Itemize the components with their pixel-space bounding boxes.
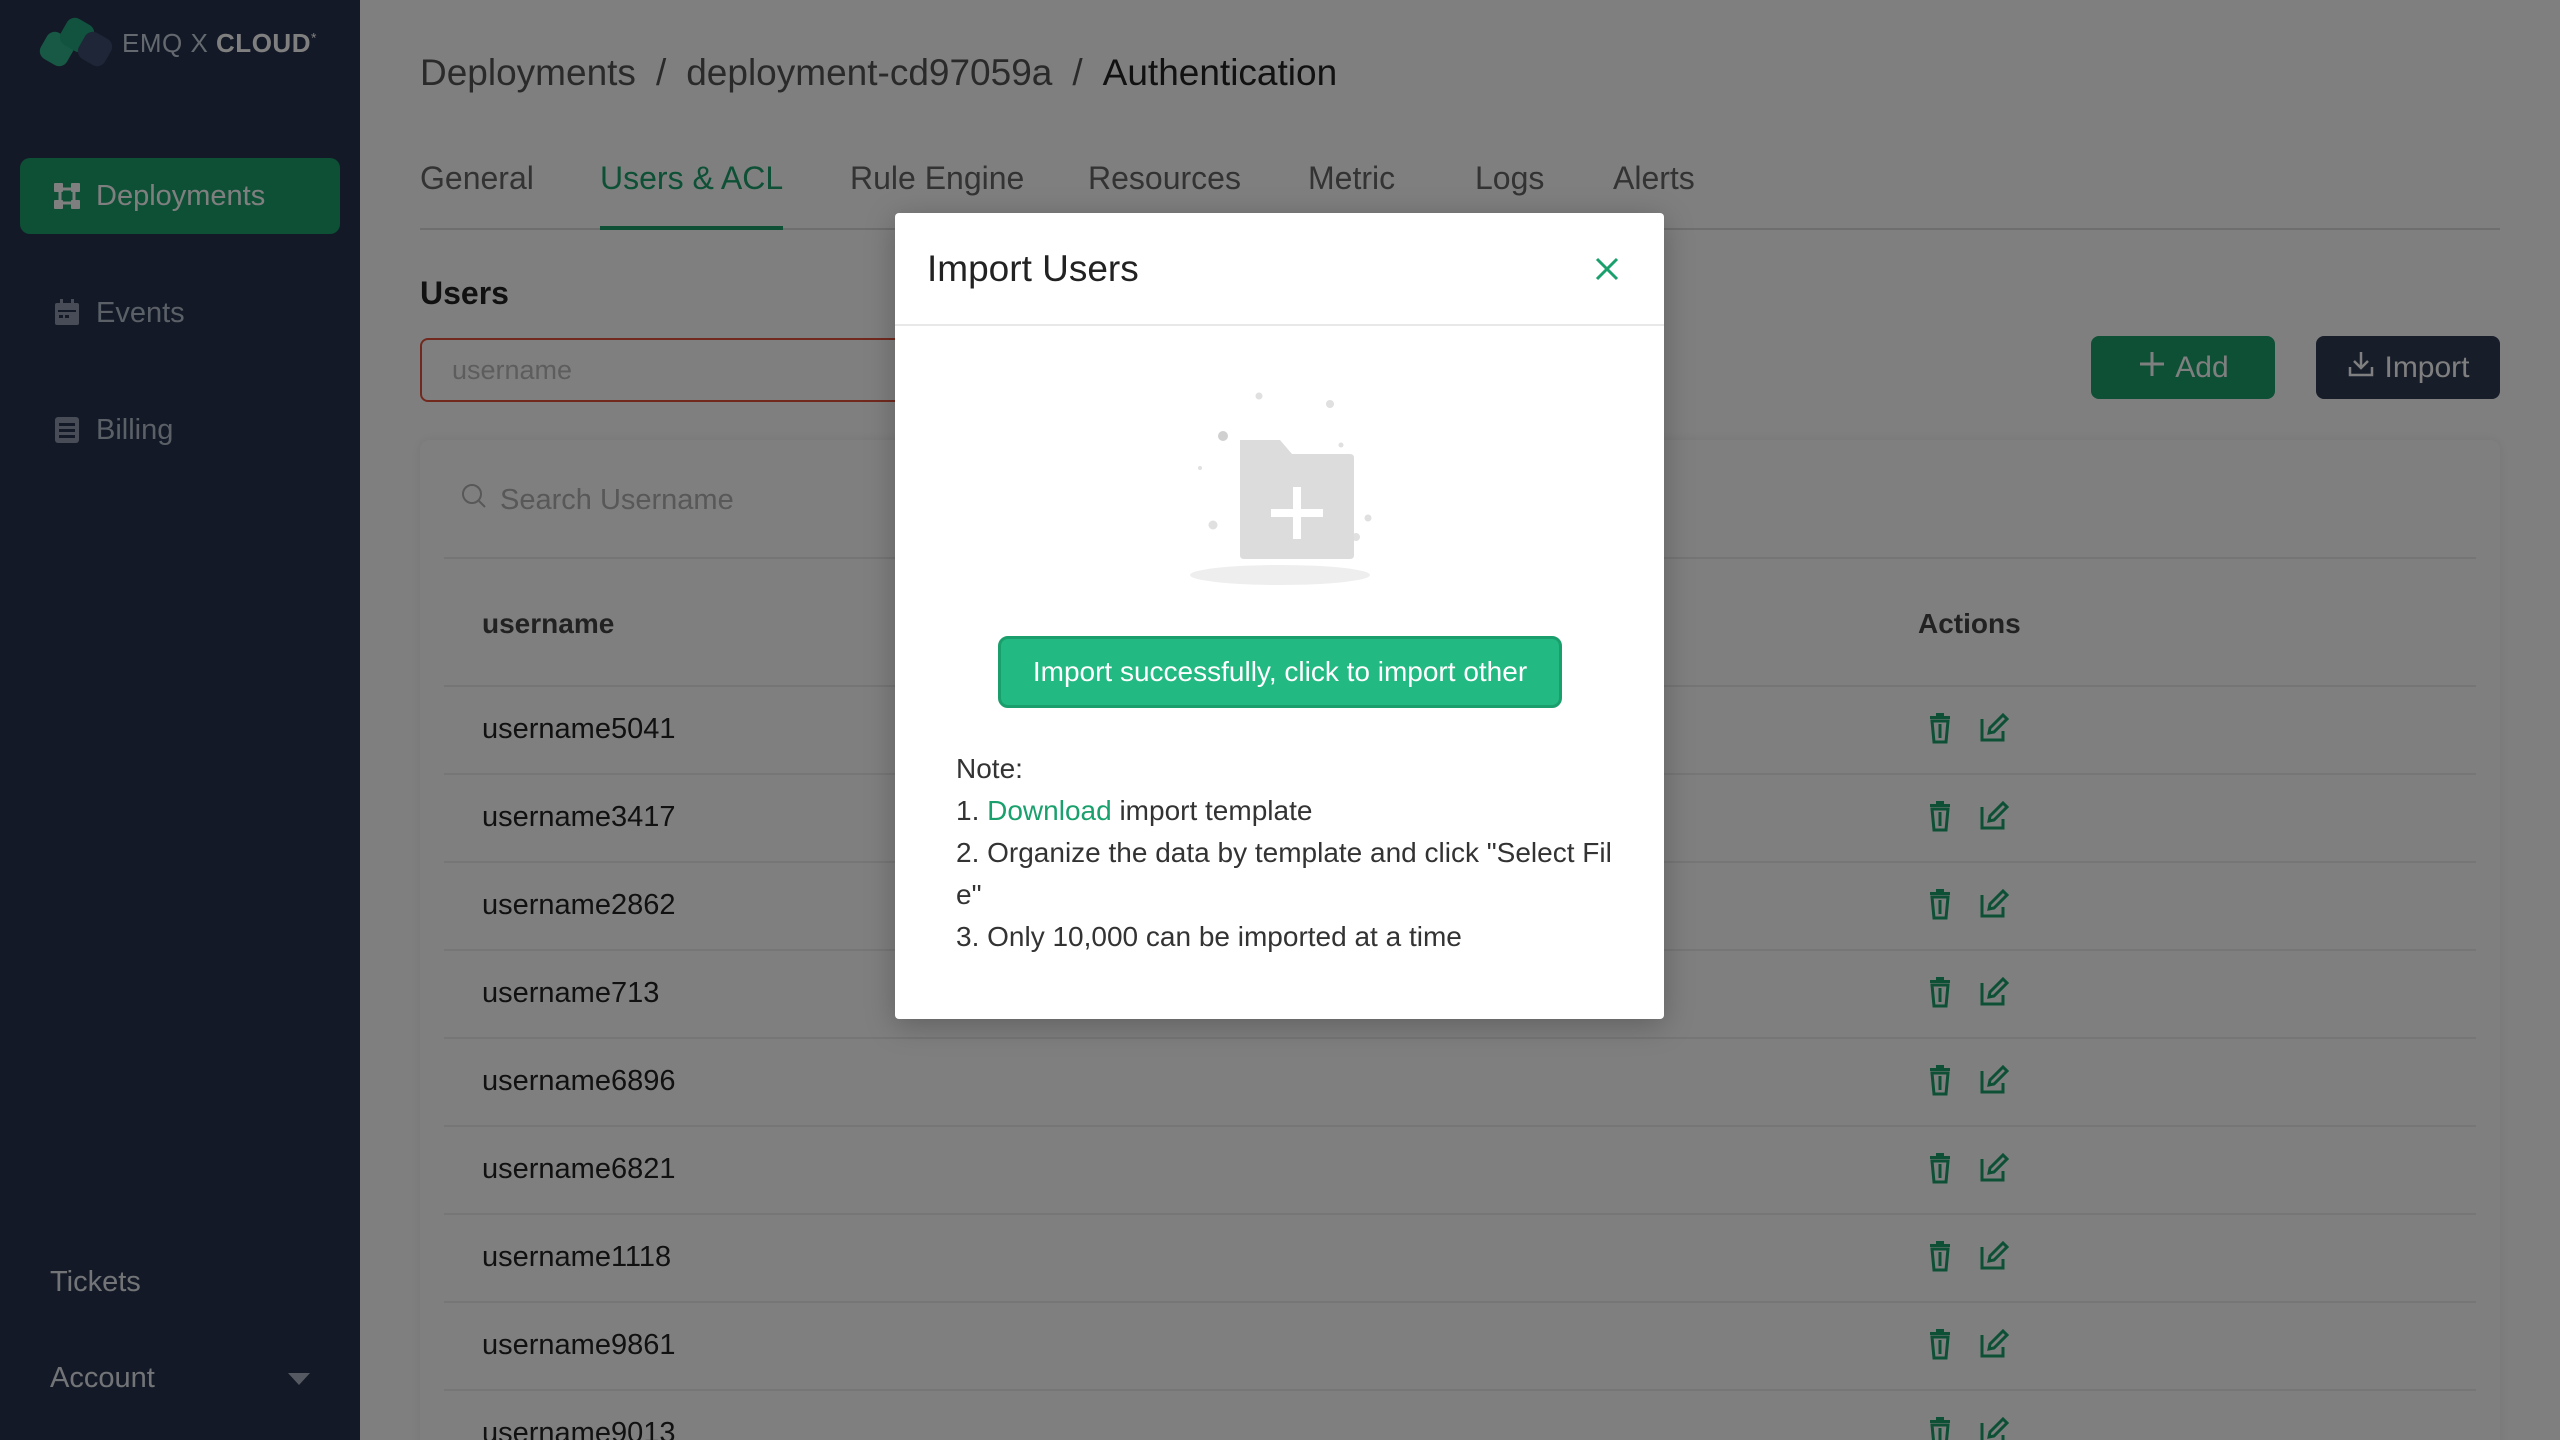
dialog-title: Import Users bbox=[927, 248, 1139, 289]
note-item-3: 3. Only 10,000 can be imported at a time bbox=[956, 921, 1462, 952]
empty-folder-illustration bbox=[1140, 388, 1420, 598]
download-template-link[interactable]: Download bbox=[987, 795, 1112, 826]
import-success-button[interactable]: Import successfully, click to import oth… bbox=[998, 636, 1562, 708]
close-icon[interactable] bbox=[1591, 253, 1623, 285]
note-item-1: 1. Download import template bbox=[956, 795, 1313, 826]
note-title: Note: bbox=[956, 753, 1023, 784]
import-note: Note: 1. Download import template 2. Org… bbox=[956, 748, 1626, 958]
note-item-2: 2. Organize the data by template and cli… bbox=[956, 837, 1612, 910]
import-users-dialog: Import Users Import successfully, click … bbox=[895, 213, 1664, 1019]
dialog-header: Import Users bbox=[895, 213, 1664, 326]
